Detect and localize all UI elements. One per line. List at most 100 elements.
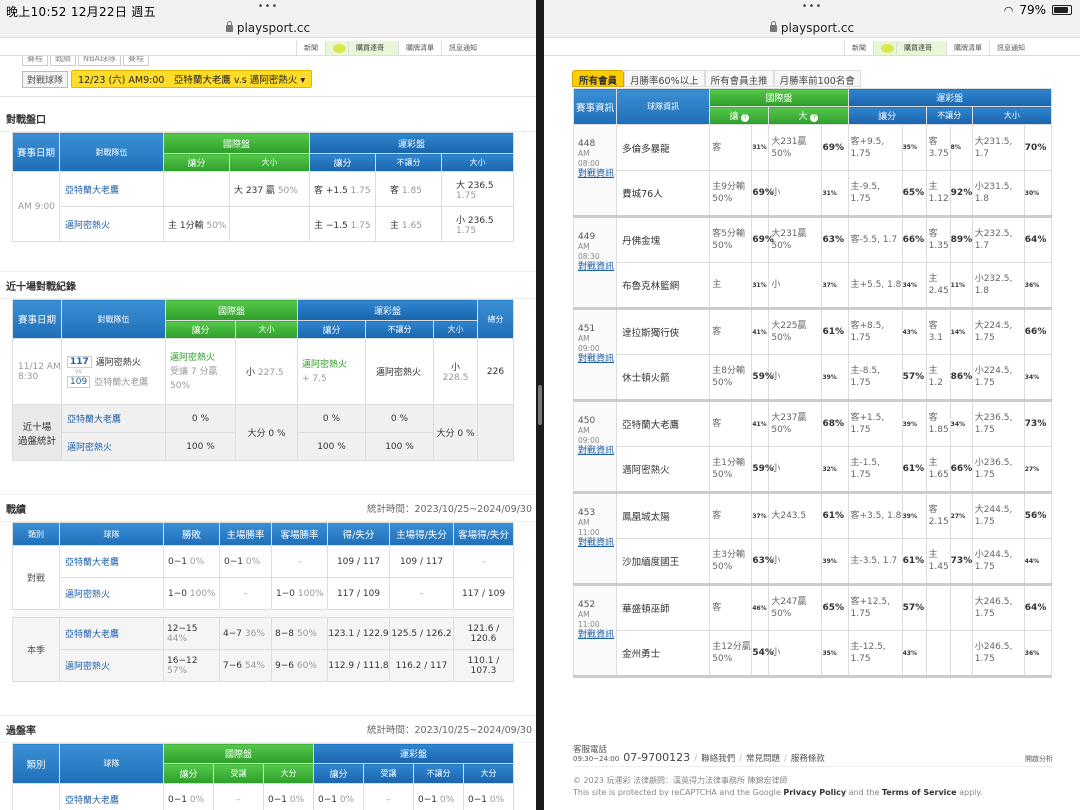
footer-contact[interactable]: 聯絡我們 xyxy=(701,752,735,764)
matchup-info-link[interactable]: 對戰資訊 xyxy=(578,446,616,456)
game-team[interactable]: 費城76人 xyxy=(616,170,711,217)
game-team[interactable]: 丹佛金塊 xyxy=(616,216,711,263)
game-team[interactable]: 布魯克林籃網 xyxy=(616,262,711,309)
game-team[interactable]: 邁阿密熱火 xyxy=(616,446,711,493)
odds-section-title: 對戰盤口 xyxy=(0,105,536,132)
match-select-dropdown[interactable]: 12/23 (六) AM9:00 亞特蘭大老鷹 v.s 邁阿密熱火 ▾ xyxy=(71,70,313,88)
sport-spread-pct: 34% xyxy=(901,262,927,309)
rec-team-3[interactable]: 邁阿密熱火 xyxy=(59,649,164,682)
menu-cart[interactable]: 購牌清單 xyxy=(398,41,441,55)
intl-ou: 小 xyxy=(768,630,823,677)
rec-pts-1: 117 / 109 xyxy=(327,577,390,610)
recent-stat-team-a[interactable]: 亞特蘭大老鷹 xyxy=(61,404,166,433)
multitask-dots-icon[interactable]: ••• xyxy=(0,1,536,12)
rec-team-1[interactable]: 邁阿密熱火 xyxy=(59,577,164,610)
game-team[interactable]: 達拉斯獨行俠 xyxy=(616,308,711,355)
footer-faq[interactable]: 常見問題 xyxy=(746,752,780,764)
sport-nospread: 主 2.45 xyxy=(925,262,951,309)
odds-b-sp: 主 1分輸 50% xyxy=(163,206,230,242)
intl-ou-pct: 69% xyxy=(821,124,849,171)
odds-a-ou: 大 237 贏 50% xyxy=(229,171,310,207)
th-sport: 運彩盤 xyxy=(309,132,514,154)
rec-team-0[interactable]: 亞特蘭大老鷹 xyxy=(59,545,164,578)
cover-team[interactable]: 亞特蘭大老鷹 xyxy=(59,783,164,810)
menu-cart-r[interactable]: 購牌清單 xyxy=(946,41,989,55)
sport-ou-pct: 36% xyxy=(1023,262,1053,309)
footer-hours: 09:30~24:00 xyxy=(573,755,620,763)
matchup-info-link[interactable]: 對戰資訊 xyxy=(578,354,616,364)
address-bar-right[interactable]: playsport.cc xyxy=(544,20,1080,38)
help-icon[interactable]: ? xyxy=(741,114,750,122)
menu-news-r[interactable]: 新聞 xyxy=(844,41,873,55)
odds-team-away[interactable]: 亞特蘭大老鷹 xyxy=(59,171,164,207)
footer-tos[interactable]: 服務條款 xyxy=(791,752,825,764)
menu-news[interactable]: 新聞 xyxy=(296,41,325,55)
th-rec-4: 客場勝率 xyxy=(271,522,328,546)
intl-spread-pct: 59% xyxy=(751,354,774,401)
menu-buy-r[interactable]: 購買達哥 xyxy=(873,41,946,55)
tab-all-members[interactable]: 所有會員 xyxy=(572,70,625,87)
multitask-dots-icon-right[interactable]: ••• xyxy=(544,1,1080,12)
intl-spread-pct: 69% xyxy=(751,216,774,263)
th-rec-7: 客場得/失分 xyxy=(453,522,514,546)
rec-away-2: 8−8 50% xyxy=(271,617,328,650)
sport-nospread: 客3.1 xyxy=(925,308,951,355)
tab-2[interactable]: NBA球隊 xyxy=(78,56,121,66)
address-bar[interactable]: playsport.cc xyxy=(0,20,536,38)
privacy-link[interactable]: Privacy Policy xyxy=(783,788,846,797)
recent-stat-team-b[interactable]: 邁阿密熱火 xyxy=(61,432,166,461)
intl-spread: 客 xyxy=(709,492,753,539)
site-top-menu-right: 新聞 購買達哥 購牌清單 訊息通知 xyxy=(544,38,1080,56)
game-team[interactable]: 多倫多暴龍 xyxy=(616,124,711,171)
game-team[interactable]: 休士頓火箭 xyxy=(616,354,711,401)
matchup-info-link[interactable]: 對戰資訊 xyxy=(578,538,616,548)
sport-nospread-pct: 86% xyxy=(949,354,973,401)
intl-spread-pct: 41% xyxy=(751,400,770,447)
rec-team-2[interactable]: 亞特蘭大老鷹 xyxy=(59,617,164,650)
sport-ou: 小231.5, 1.8 xyxy=(971,170,1025,217)
odds-team-home[interactable]: 邁阿密熱火 xyxy=(59,206,164,242)
intl-ou-pct: 31% xyxy=(821,170,849,217)
tab-all-main[interactable]: 所有會員主推 xyxy=(704,70,774,87)
lock-icon xyxy=(225,21,233,32)
sport-nospread: 主 1.45 xyxy=(925,538,951,585)
footer-right[interactable]: 開啟分析 xyxy=(1025,754,1053,764)
th-r-intl: 國際盤 xyxy=(165,299,298,321)
game-team[interactable]: 金州勇士 xyxy=(616,630,711,677)
recent-stat-sp-b: 100 % xyxy=(165,432,236,461)
matchup-info-link[interactable]: 對戰資訊 xyxy=(578,630,616,640)
sport-spread: 主-8.5, 1.75 xyxy=(847,354,903,401)
status-bar: 晚上10:52 12月22日 週五 ••• xyxy=(0,0,536,20)
th-c-sport: 運彩盤 xyxy=(313,743,514,764)
matchup-info-link[interactable]: 對戰資訊 xyxy=(578,169,616,179)
split-handle[interactable] xyxy=(538,385,542,425)
tab-3[interactable]: 賽程 xyxy=(122,56,149,66)
matchup-info-link[interactable]: 對戰資訊 xyxy=(578,262,616,272)
tab-0[interactable]: 賽程 xyxy=(22,56,48,66)
sport-nospread: 主 1.12 xyxy=(925,170,951,217)
intl-ou: 大225贏 50% xyxy=(768,308,823,355)
rec-group-vs: 對戰 xyxy=(12,545,60,610)
game-team[interactable]: 鳳凰城太陽 xyxy=(616,492,711,539)
sport-spread: 主+5.5, 1.8 xyxy=(847,262,903,309)
game-team[interactable]: 亞特蘭大老鷹 xyxy=(616,400,711,447)
game-team[interactable]: 沙加緬度國王 xyxy=(616,538,711,585)
menu-notify-r[interactable]: 訊息通知 xyxy=(989,41,1032,55)
tab-top100[interactable]: 月勝率前100名會 xyxy=(773,70,861,87)
recent-s-sp: 邁阿密熱火 + 7.5 xyxy=(297,338,366,405)
sport-nospread xyxy=(925,630,951,677)
th-c-ou: 大分 xyxy=(263,763,314,784)
menu-notify[interactable]: 訊息通知 xyxy=(441,41,484,55)
terms-link[interactable]: Terms of Service xyxy=(882,788,957,797)
intl-spread-pct: 59% xyxy=(751,446,774,493)
odds-table-wrap: 賽事日期 對戰隊伍 國際盤 運彩盤 讓分 大小 讓分 不讓分 大小 AM 9:0… xyxy=(0,132,536,242)
rec-hpts-3: 116.2 / 117 xyxy=(389,649,454,682)
game-team[interactable]: 華盛頓巫師 xyxy=(616,584,711,631)
tab-1[interactable]: 戰績 xyxy=(50,56,76,66)
rec-apts-3: 110.1 / 107.3 xyxy=(453,649,514,682)
menu-buy[interactable]: 購買達哥 xyxy=(325,41,398,55)
tab-monthly-60[interactable]: 月勝率60%以上 xyxy=(624,70,705,87)
rec-pts-0: 109 / 117 xyxy=(327,545,390,578)
th-s-nospread: 不讓分 xyxy=(375,153,442,172)
help-icon[interactable]: ? xyxy=(810,114,819,122)
